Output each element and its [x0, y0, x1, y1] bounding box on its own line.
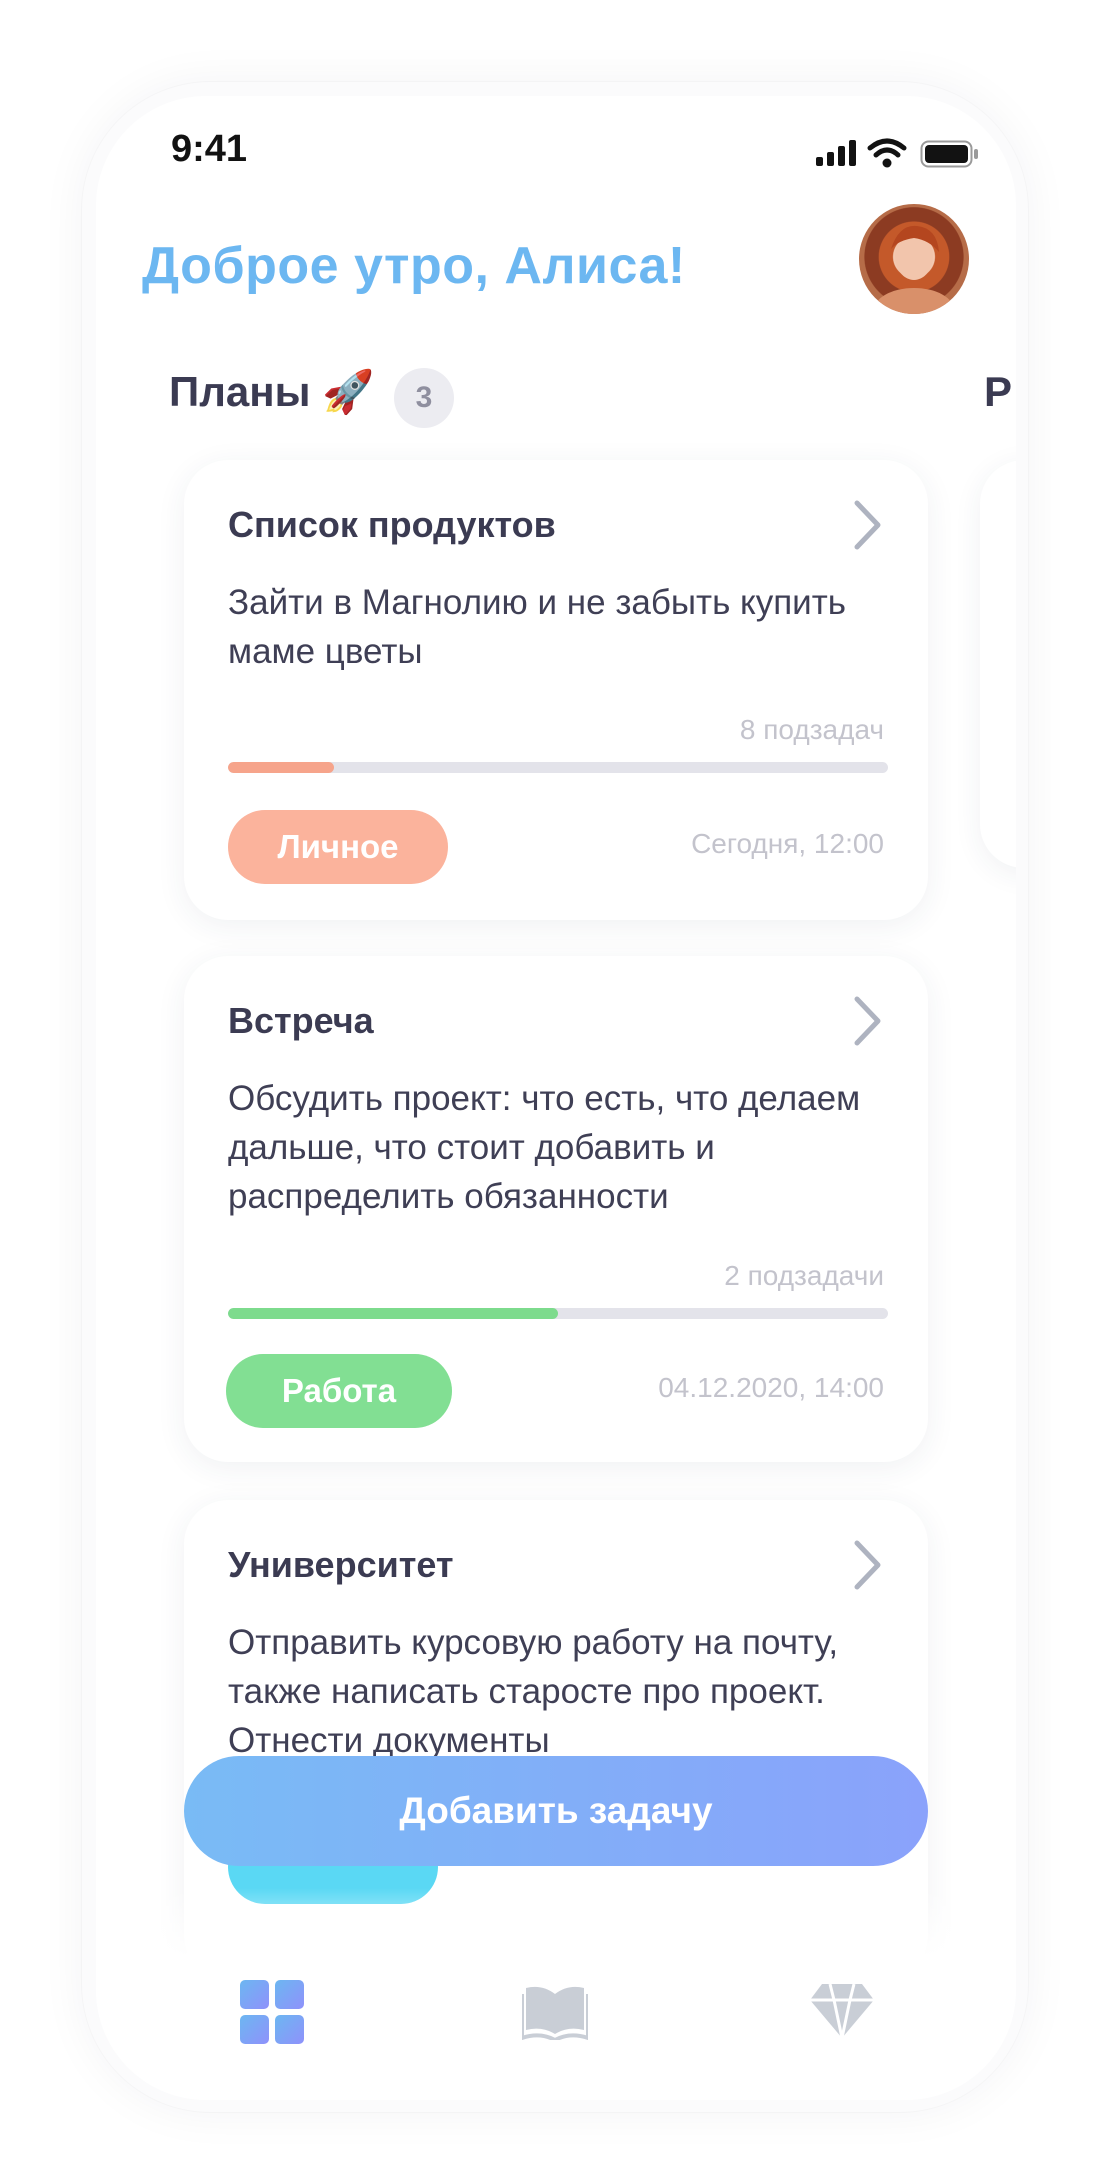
- tag-work[interactable]: Работа: [226, 1354, 452, 1428]
- progress-bar: [228, 1308, 888, 1319]
- task-card[interactable]: Список продуктов Зайти в Магнолию и не з…: [184, 460, 928, 920]
- subtask-count: 2 подзадачи: [724, 1260, 884, 1291]
- next-section-title[interactable]: Р: [984, 368, 1012, 416]
- task-title: Встреча: [228, 1000, 374, 1041]
- dashboard-icon[interactable]: [240, 1980, 304, 2044]
- chevron-right-icon[interactable]: [852, 1538, 884, 1592]
- status-time: 9:41: [171, 128, 248, 170]
- task-description: Отправить курсовую работу на почту, такж…: [228, 1623, 839, 1760]
- list-fade: [96, 1888, 1016, 1958]
- diamond-icon[interactable]: [810, 1984, 874, 2038]
- due-date: 04.12.2020, 14:00: [658, 1372, 884, 1403]
- battery-icon: [920, 140, 978, 168]
- tag-personal[interactable]: Личное: [228, 810, 448, 884]
- task-card[interactable]: Встреча Обсудить проект: что есть, что д…: [184, 956, 928, 1462]
- progress-fill: [228, 762, 334, 773]
- greeting-title: Доброе утро, Алиса!: [142, 237, 686, 295]
- add-task-button[interactable]: Добавить задачу: [184, 1756, 928, 1866]
- cellular-signal-icon: [816, 140, 856, 166]
- subtask-count: 8 подзадач: [739, 714, 884, 745]
- book-icon[interactable]: [522, 1984, 588, 2040]
- chevron-right-icon[interactable]: [852, 994, 884, 1048]
- task-title: Университет: [228, 1544, 454, 1585]
- section-title: Планы 🚀: [169, 368, 375, 415]
- wifi-icon: [867, 138, 907, 168]
- app-screen: 9:41 Доброе утро, Алиса! Планы 🚀 3 Р Спи…: [96, 96, 1016, 2100]
- task-description: Зайти в Магнолию и не забыть купить маме…: [228, 583, 847, 671]
- next-section-card-peek[interactable]: [980, 460, 1016, 868]
- task-title: Список продуктов: [228, 504, 556, 545]
- task-count-badge: 3: [394, 368, 454, 428]
- chevron-right-icon[interactable]: [852, 498, 884, 552]
- progress-fill: [228, 1308, 558, 1319]
- avatar[interactable]: [859, 204, 969, 314]
- due-date: Сегодня, 12:00: [691, 828, 884, 859]
- avatar-portrait: [874, 225, 954, 314]
- progress-bar: [228, 762, 888, 773]
- tab-bar: [96, 1956, 1016, 2100]
- task-description: Обсудить проект: что есть, что делаем да…: [228, 1079, 861, 1216]
